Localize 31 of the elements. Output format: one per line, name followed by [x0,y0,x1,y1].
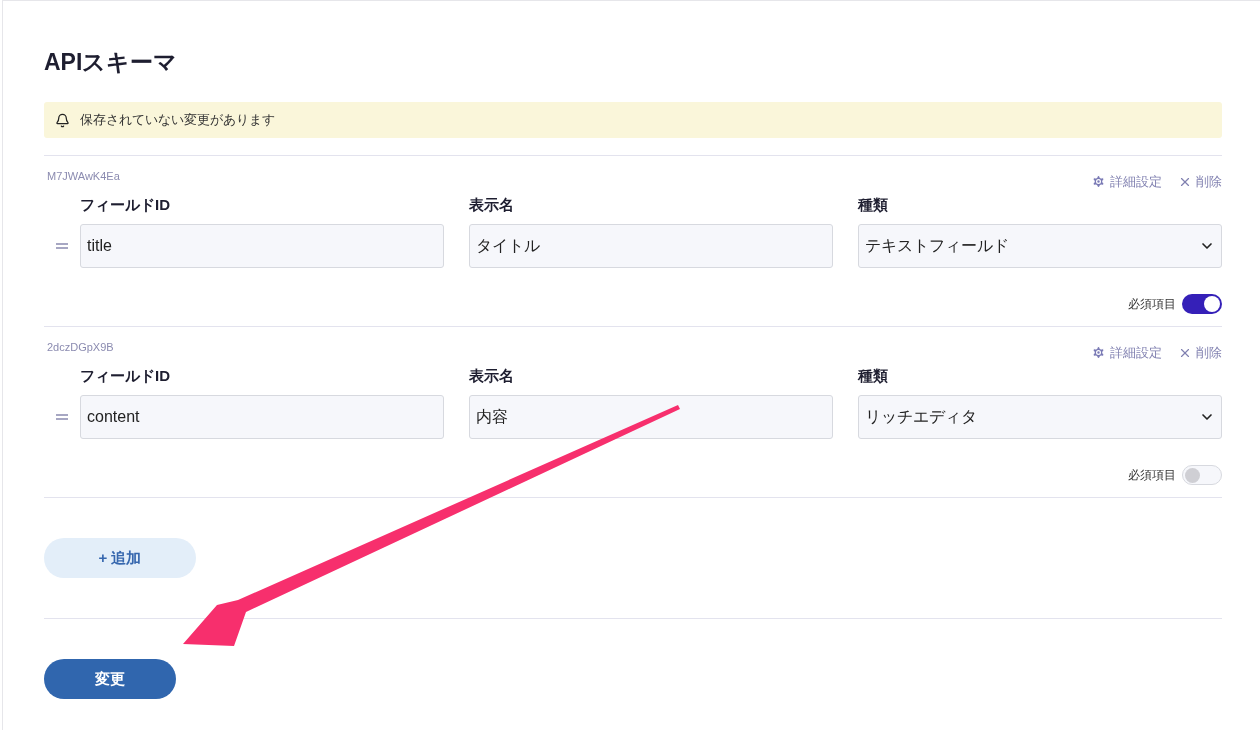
required-toggle[interactable] [1182,465,1222,485]
field-key: 2dczDGpX9B [44,339,114,356]
page-title: APIスキーマ [44,48,179,77]
display-name-input[interactable]: 内容 [469,395,833,439]
bell-icon [55,112,70,128]
required-label: 必須項目 [1128,296,1176,313]
field-label: フィールドID [80,365,171,386]
settings-icon [1091,174,1106,190]
advanced-settings-link[interactable]: 詳細設定 [1091,172,1162,192]
add-button[interactable]: + 追加 [44,538,196,578]
field-id-input[interactable]: title [80,224,444,268]
field-id-input[interactable]: content [80,395,444,439]
submit-button[interactable]: 変更 [44,659,176,699]
field-key: M7JWAwK4Ea [44,168,120,185]
field-label: 種類 [858,365,889,386]
advanced-settings-link[interactable]: 詳細設定 [1091,343,1162,363]
delete-link[interactable]: 削除 [1178,172,1222,192]
drag-handle-icon[interactable] [56,243,68,249]
settings-icon [1091,345,1106,361]
drag-handle-icon[interactable] [56,414,68,420]
required-label: 必須項目 [1128,467,1176,484]
field-label: 表示名 [469,194,515,215]
field-label: フィールドID [80,194,171,215]
field-label: 表示名 [469,365,515,386]
field-label: 種類 [858,194,889,215]
required-toggle[interactable] [1182,294,1222,314]
delete-link[interactable]: 削除 [1178,343,1222,363]
banner-text: 保存されていない変更があります [80,111,275,130]
type-select[interactable]: テキストフィールド [858,224,1222,268]
type-select[interactable]: リッチエディタ [858,395,1222,439]
display-name-input[interactable]: タイトル [469,224,833,268]
